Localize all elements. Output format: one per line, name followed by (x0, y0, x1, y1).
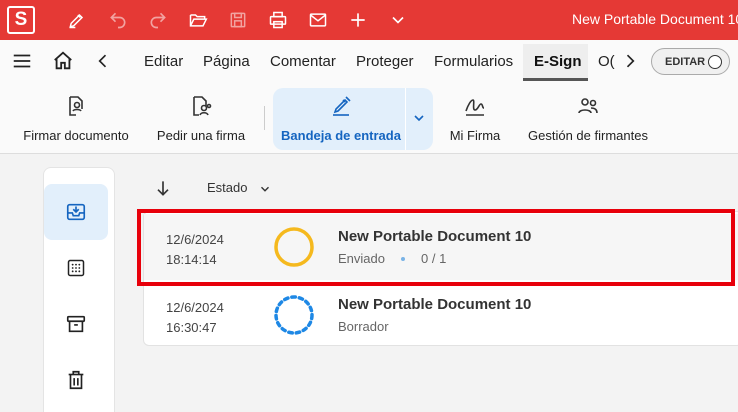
sidebar-inbox[interactable] (44, 184, 108, 240)
draft-dashed-circle-icon (274, 295, 314, 335)
chevron-left-icon[interactable] (92, 50, 114, 72)
inbox-label: Bandeja de entrada (281, 128, 401, 143)
pen-icon[interactable] (65, 8, 89, 32)
edit-toggle-label: EDITAR (665, 55, 706, 68)
selection-highlight-box (137, 209, 735, 286)
chevron-down-icon[interactable] (386, 8, 410, 32)
my-signature-label: Mi Firma (449, 128, 501, 143)
document-row[interactable]: 12/6/2024 16:30:47 New Portable Document… (144, 282, 738, 348)
sidebar-grid[interactable] (44, 240, 108, 296)
sidebar-archive[interactable] (44, 296, 108, 352)
sign-document-button[interactable]: Firmar documento (14, 82, 138, 154)
ribbon-toolbar: Firmar documento Pedir una firma Bandeja… (0, 82, 738, 154)
menu-pagina[interactable]: Página (203, 53, 250, 70)
redo-icon[interactable] (146, 8, 170, 32)
status-filter-label[interactable]: Estado (207, 180, 247, 195)
sidebar-trash[interactable] (44, 352, 108, 408)
menu-proteger[interactable]: Proteger (356, 53, 414, 70)
menu-e-sign[interactable]: E-Sign (534, 53, 582, 70)
toggle-knob (708, 55, 722, 69)
app-logo[interactable]: S (7, 6, 35, 34)
inbox-icon (66, 203, 86, 221)
mail-icon[interactable] (306, 8, 330, 32)
signers-icon (576, 94, 600, 118)
row-title: New Portable Document 10 (338, 296, 532, 313)
menu-bar: Editar Página Comentar Proteger Formular… (0, 40, 738, 82)
my-signature-button[interactable]: Mi Firma (440, 82, 510, 154)
row-time: 16:30:47 (166, 320, 217, 335)
menu-comentar[interactable]: Comentar (270, 53, 336, 70)
active-tab-indicator (523, 78, 588, 81)
signature-icon (463, 94, 487, 118)
menu-formularios[interactable]: Formularios (434, 53, 513, 70)
inbox-button[interactable]: Bandeja de entrada (278, 82, 404, 154)
inbox-dropdown-chevron-icon[interactable] (411, 110, 427, 126)
title-bar: S New Portable Document 10 (0, 0, 738, 40)
trash-icon (68, 370, 84, 390)
undo-icon[interactable] (106, 8, 130, 32)
edit-mode-toggle[interactable]: EDITAR (651, 48, 730, 75)
status-filter-chevron-icon[interactable] (258, 182, 272, 196)
inbox-pen-icon (329, 94, 353, 118)
request-signature-label: Pedir una firma (156, 128, 246, 143)
ribbon-divider (264, 106, 265, 130)
ribbon-split-separator (405, 88, 406, 150)
menu-overflow-truncated[interactable]: O( (598, 53, 615, 70)
home-icon[interactable] (52, 50, 74, 72)
row-status: Borrador (338, 319, 389, 334)
chevron-right-icon[interactable] (619, 50, 641, 72)
sign-document-label: Firmar documento (23, 128, 129, 143)
folder-open-icon[interactable] (186, 8, 210, 32)
menu-editar[interactable]: Editar (144, 53, 183, 70)
esign-sidebar (43, 167, 115, 412)
print-icon[interactable] (266, 8, 290, 32)
hamburger-menu-icon[interactable] (11, 50, 33, 72)
save-icon[interactable] (226, 8, 250, 32)
row-datetime: 12/6/2024 16:30:47 (166, 298, 224, 338)
signer-management-label: Gestión de firmantes (528, 128, 648, 143)
request-signature-icon (189, 94, 213, 118)
archive-icon (66, 315, 86, 333)
request-signature-button[interactable]: Pedir una firma (150, 82, 252, 154)
window-title: New Portable Document 10 (572, 11, 738, 27)
grid-icon (67, 259, 85, 277)
sign-document-icon (64, 94, 88, 118)
row-subtitle: Borrador (338, 319, 389, 334)
row-date: 12/6/2024 (166, 300, 224, 315)
signer-management-button[interactable]: Gestión de firmantes (522, 82, 654, 154)
sort-arrow-down-icon[interactable] (153, 178, 173, 198)
plus-icon[interactable] (346, 8, 370, 32)
